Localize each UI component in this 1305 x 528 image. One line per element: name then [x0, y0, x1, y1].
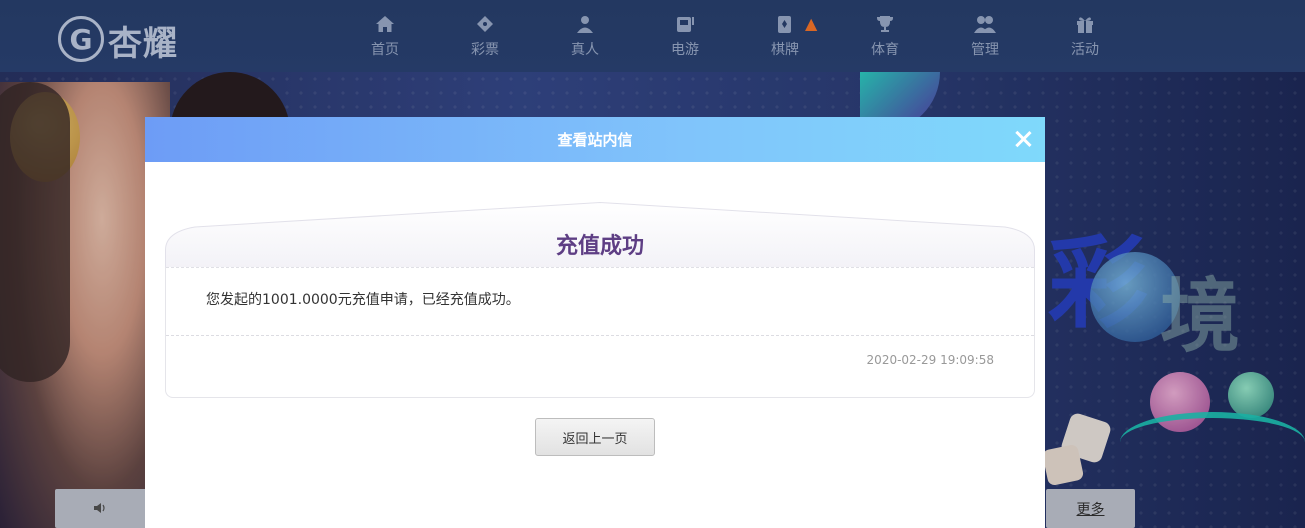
message-modal: 查看站内信 充值成功 您发起的1001.0000元充值申请，已经充值成功。 20… — [145, 117, 1045, 528]
message-heading: 充值成功 — [555, 234, 644, 259]
divider — [166, 335, 1034, 336]
message-content: 您发起的1001.0000元充值申请，已经充值成功。 — [206, 292, 520, 308]
divider — [166, 267, 1034, 268]
message-body: 您发起的1001.0000元充值申请，已经充值成功。 2020-02-29 19… — [165, 267, 1035, 398]
message-timestamp: 2020-02-29 19:09:58 — [866, 353, 994, 367]
modal-title: 查看站内信 — [557, 131, 633, 149]
message-letter: 充值成功 您发起的1001.0000元充值申请，已经充值成功。 2020-02-… — [165, 202, 1035, 398]
close-icon[interactable] — [1011, 127, 1035, 151]
back-button[interactable]: 返回上一页 — [535, 418, 655, 456]
modal-header: 查看站内信 — [145, 117, 1045, 162]
